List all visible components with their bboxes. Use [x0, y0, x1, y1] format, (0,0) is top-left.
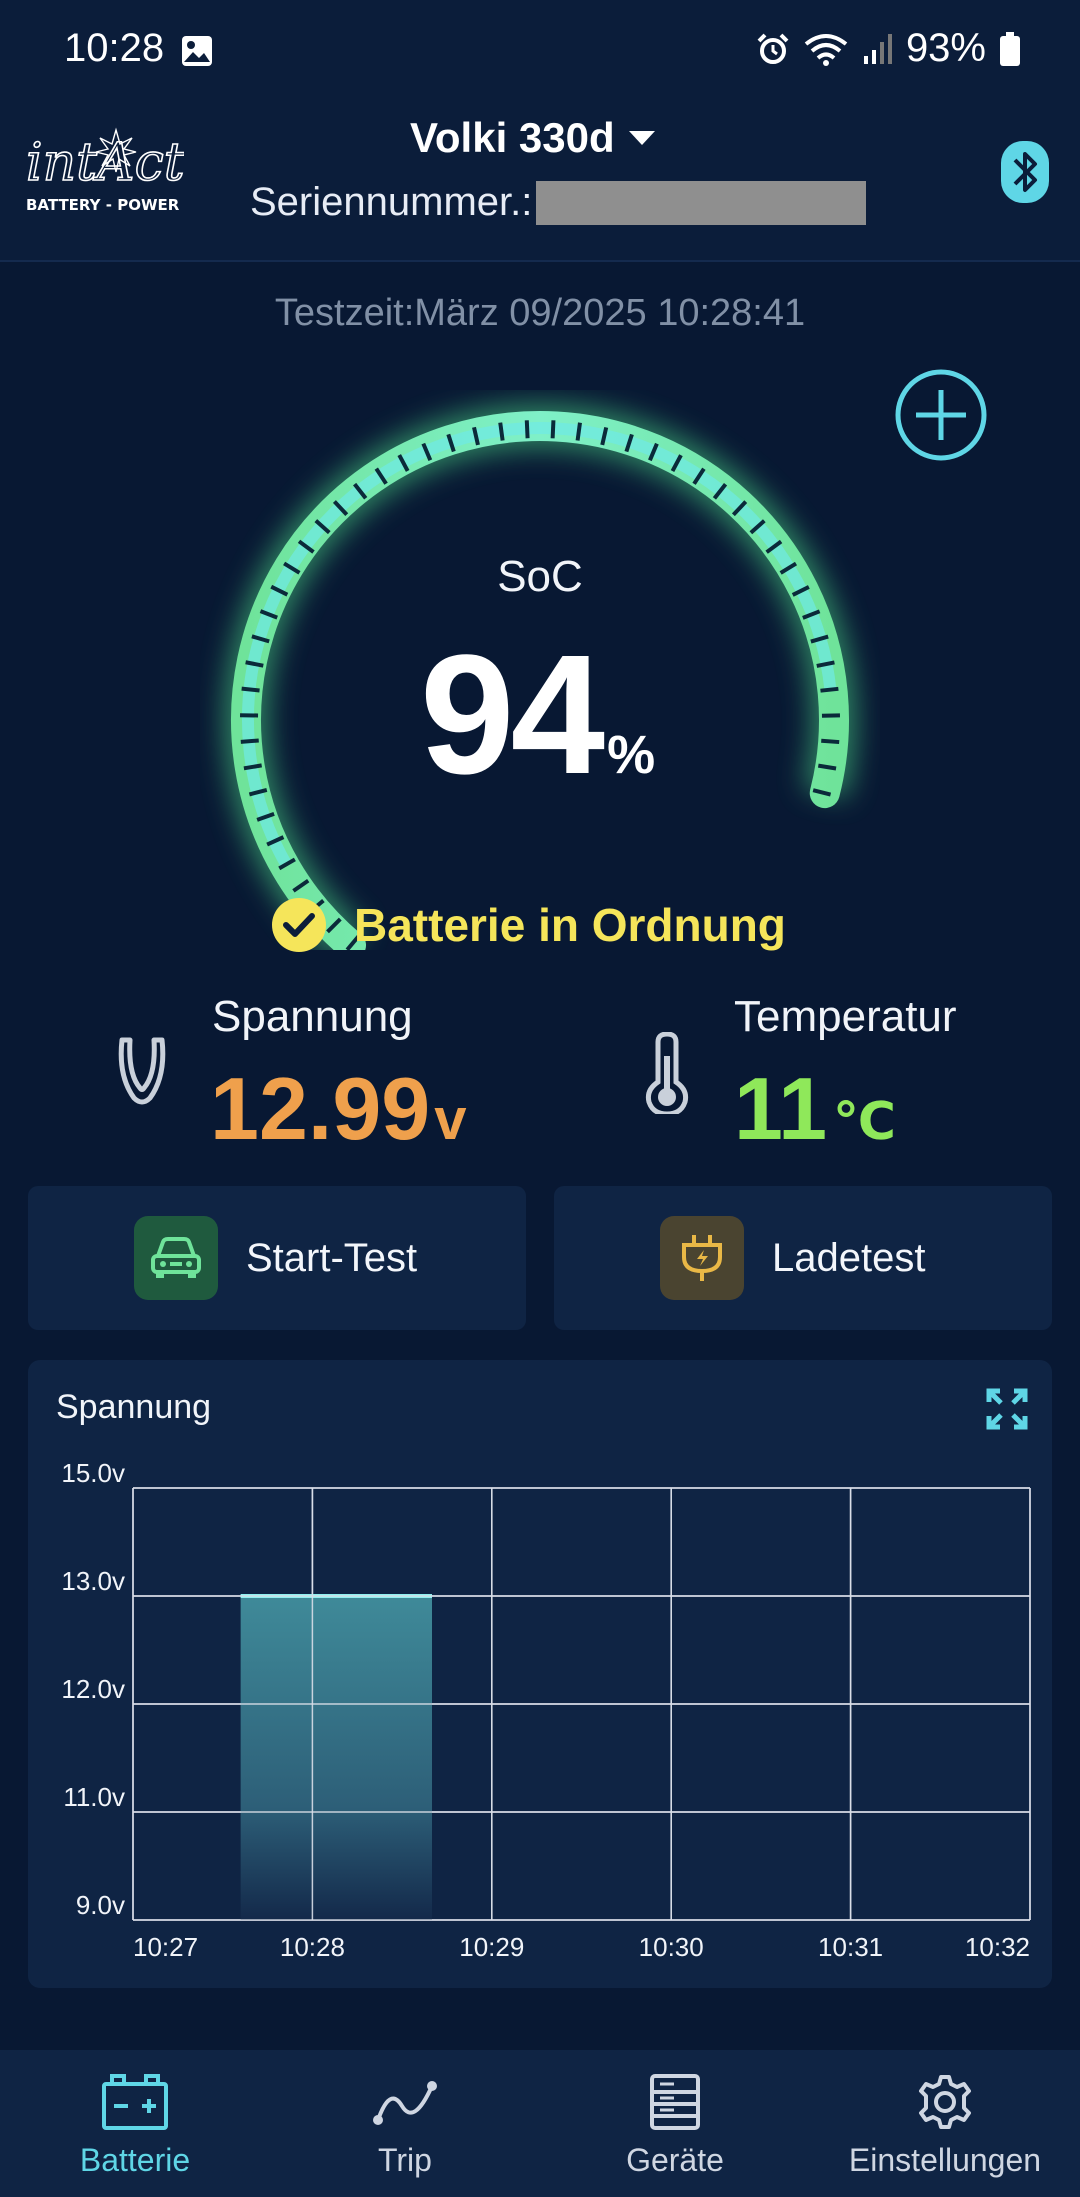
nav-einstellungen[interactable]: Einstellungen	[810, 2050, 1080, 2197]
status-bar: 10:28 93%	[0, 0, 1080, 100]
voltage-unit: v	[434, 1087, 467, 1152]
nav-batterie[interactable]: Batterie	[0, 2050, 270, 2197]
chart-x-tick: 10:32	[965, 1932, 1030, 1962]
device-name[interactable]: Volki 330d	[410, 114, 615, 162]
temperature-unit: ℃	[833, 1093, 896, 1151]
serial-row: Seriennummer.:	[250, 180, 867, 225]
chart-x-tick: 10:31	[818, 1932, 883, 1962]
soc-unit: %	[607, 725, 656, 785]
chart-y-tick: 13.0v	[61, 1566, 125, 1596]
intact-logo: intAct BATTERY - POWER	[25, 127, 184, 214]
soc-value: 94	[420, 620, 605, 810]
battery-icon	[102, 2074, 168, 2130]
temperature-value: 11	[734, 1059, 828, 1158]
signal-icon	[863, 33, 892, 64]
voltage-chart-card: 15.0v 13.0v 12.0v 11.0v 9.0v 10:27 10:28 10:29…	[28, 1360, 1052, 1988]
bottom-nav: Batterie Trip Geräte Einstellungen	[0, 2050, 1080, 2197]
temperature-label: Temperatur	[734, 992, 957, 1041]
devices-icon	[650, 2074, 700, 2130]
chart-y-tick: 9.0v	[76, 1890, 125, 1920]
battery-status-icon	[1000, 31, 1020, 66]
gauge-tick	[820, 686, 839, 693]
voltage-value: 12.99	[210, 1059, 431, 1158]
nav-geraete[interactable]: Geräte	[540, 2050, 810, 2197]
thermometer-icon	[645, 1032, 689, 1114]
start-test-label[interactable]: Start-Test	[246, 1236, 417, 1281]
nav-label-batterie[interactable]: Batterie	[80, 2142, 190, 2179]
caret-down-icon[interactable]	[627, 129, 657, 147]
soc-label: SoC	[497, 552, 583, 601]
gauge-tick	[524, 420, 530, 439]
status-time: 10:28	[64, 26, 165, 70]
start-test-button[interactable]: Start-Test	[28, 1186, 526, 1330]
app-header: intAct BATTERY - POWER Volki 330d Serien…	[0, 100, 1080, 262]
svg-text:intAct: intAct	[26, 133, 184, 193]
nav-label-geraete[interactable]: Geräte	[626, 2142, 724, 2179]
serial-redacted	[536, 180, 867, 225]
gauge-tick	[498, 422, 505, 441]
plug-icon	[660, 1216, 744, 1300]
charge-test-button[interactable]: Ladetest	[554, 1186, 1052, 1330]
soc-readout: 94 %	[420, 620, 656, 810]
chart-x-tick: 10:28	[280, 1932, 345, 1962]
device-selector[interactable]: Volki 330d	[410, 114, 657, 162]
status-text: Batterie in Ordnung	[354, 899, 786, 951]
image-notification-icon	[182, 36, 212, 66]
expand-icon[interactable]	[986, 1388, 1028, 1430]
test-time: Testzeit:März 09/2025 10:28:41	[274, 292, 806, 334]
check-circle-icon	[272, 898, 326, 952]
chart-x-tick: 10:27	[133, 1932, 198, 1962]
car-icon	[134, 1216, 218, 1300]
temperature-readout: 11 ℃	[734, 1058, 896, 1160]
nav-label-einstellungen[interactable]: Einstellungen	[849, 2142, 1041, 2179]
alarm-icon	[757, 33, 789, 64]
chart-title: Spannung	[56, 1388, 212, 1426]
voltage-readout: 12.99 v	[210, 1058, 466, 1160]
battery-status: Batterie in Ordnung	[270, 896, 786, 954]
voltage-icon	[118, 1037, 166, 1105]
chart-y-tick: 11.0v	[63, 1782, 125, 1812]
svg-text:BATTERY - POWER: BATTERY - POWER	[26, 196, 180, 214]
bluetooth-icon[interactable]	[1000, 140, 1050, 204]
status-right: 93%	[756, 26, 1020, 71]
add-button[interactable]	[894, 368, 988, 462]
chart-x-tick: 10:29	[459, 1932, 524, 1962]
nav-label-trip[interactable]: Trip	[378, 2142, 432, 2179]
chart-x-tick: 10:30	[639, 1932, 704, 1962]
voltage-label: Spannung	[212, 992, 413, 1041]
serial-label: Seriennummer.:	[250, 180, 533, 224]
voltage-chart: 15.0v 13.0v 12.0v 11.0v 9.0v 10:27 10:28 10:29…	[61, 1458, 1031, 1962]
gauge-tick	[575, 422, 582, 441]
gauge-tick	[240, 738, 259, 744]
gauge-tick	[241, 686, 260, 693]
wifi-icon	[804, 33, 848, 66]
battery-percent: 93%	[905, 26, 986, 70]
trip-icon	[373, 2081, 437, 2125]
chart-y-tick: 12.0v	[61, 1674, 125, 1704]
gauge-tick	[821, 738, 840, 745]
charge-test-label[interactable]: Ladetest	[772, 1236, 925, 1281]
gauge-tick	[550, 420, 556, 439]
gear-icon	[919, 2075, 971, 2129]
chart-y-tick: 15.0v	[61, 1458, 125, 1488]
chart-bar	[240, 1596, 432, 1920]
nav-trip[interactable]: Trip	[270, 2050, 540, 2197]
